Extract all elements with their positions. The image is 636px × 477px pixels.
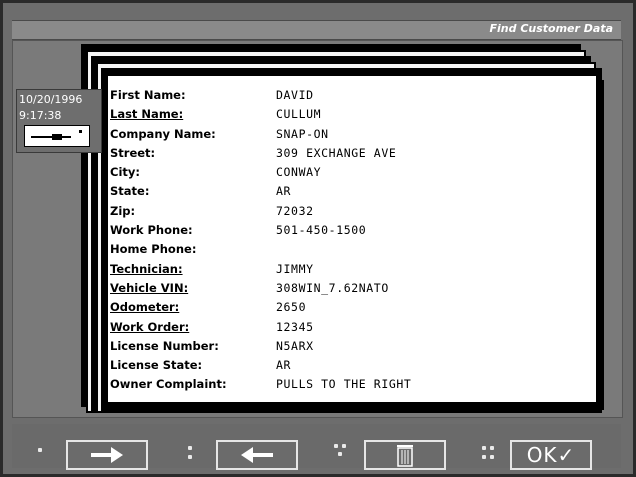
arrow-right-icon xyxy=(91,447,123,463)
field-value[interactable]: 501-450-1500 xyxy=(276,223,366,237)
separator-dot xyxy=(342,444,346,448)
field-value[interactable]: 309 EXCHANGE AVE xyxy=(276,146,396,160)
field-label[interactable]: Vehicle VIN: xyxy=(110,281,188,295)
separator-dot xyxy=(490,446,494,450)
field-row: Home Phone: xyxy=(110,242,590,261)
separator-dot xyxy=(482,446,486,450)
field-label[interactable]: Odometer: xyxy=(110,300,179,314)
customer-fields: First Name: DAVID Last Name: CULLUM Company … xyxy=(110,88,590,397)
separator-dot xyxy=(490,455,494,459)
ok-button[interactable]: OK✓ xyxy=(510,440,592,470)
field-label: Work Phone: xyxy=(110,223,193,238)
dial-line xyxy=(31,136,71,138)
field-row: Last Name: CULLUM xyxy=(110,107,590,126)
field-label: License State: xyxy=(110,358,203,373)
trash-icon xyxy=(397,445,413,467)
dial-dot xyxy=(79,130,82,133)
field-value[interactable]: 2650 xyxy=(276,300,306,314)
field-label[interactable]: Work Order: xyxy=(110,320,189,334)
field-label: Street: xyxy=(110,145,156,160)
field-value[interactable]: PULLS TO THE RIGHT xyxy=(276,377,411,391)
separator-dot xyxy=(338,452,342,456)
separator-dot xyxy=(188,446,192,450)
separator-dot xyxy=(188,455,192,459)
field-row: City: CONWAY xyxy=(110,165,590,184)
field-value[interactable]: DAVID xyxy=(276,88,314,102)
clock-widget: 10/20/1996 9:17:38 xyxy=(16,89,102,153)
field-value[interactable]: CONWAY xyxy=(276,165,321,179)
field-label: License Number: xyxy=(110,338,219,353)
field-row: Work Order: 12345 xyxy=(110,320,590,339)
field-value[interactable]: 308WIN_7.62NATO xyxy=(276,281,389,295)
field-value[interactable]: AR xyxy=(276,184,291,198)
field-value[interactable]: 72032 xyxy=(276,204,314,218)
dial-knob xyxy=(52,134,62,140)
separator-dot xyxy=(38,448,42,452)
field-row: License Number: N5ARX xyxy=(110,339,590,358)
field-row: Technician: JIMMY xyxy=(110,262,590,281)
card-shadow xyxy=(112,404,602,410)
field-label: First Name: xyxy=(110,88,186,102)
field-value[interactable]: 12345 xyxy=(276,320,314,334)
field-row: Zip: 72032 xyxy=(110,204,590,223)
field-row: Company Name: SNAP-ON xyxy=(110,127,590,146)
field-row: Street: 309 EXCHANGE AVE xyxy=(110,146,590,165)
field-label[interactable]: Last Name: xyxy=(110,107,183,121)
back-button[interactable] xyxy=(216,440,298,470)
next-button[interactable] xyxy=(66,440,148,470)
window-title: Find Customer Data xyxy=(489,22,614,35)
field-value[interactable]: CULLUM xyxy=(276,107,321,121)
field-label: Zip: xyxy=(110,203,136,218)
field-label: State: xyxy=(110,184,150,199)
field-row: License State: AR xyxy=(110,358,590,377)
field-row: Work Phone: 501-450-1500 xyxy=(110,223,590,242)
separator-dot xyxy=(482,455,486,459)
clock-date: 10/20/1996 xyxy=(19,93,83,106)
field-row: Owner Complaint: PULLS TO THE RIGHT xyxy=(110,377,590,396)
field-value[interactable]: SNAP-ON xyxy=(276,127,329,141)
field-row: State: AR xyxy=(110,184,590,203)
title-bar: Find Customer Data xyxy=(12,20,621,40)
ok-button-label: OK✓ xyxy=(526,443,576,467)
separator-dot xyxy=(334,444,338,448)
clock-time: 9:17:38 xyxy=(19,109,62,122)
field-label: Home Phone: xyxy=(110,242,197,257)
field-label[interactable]: Technician: xyxy=(110,262,183,276)
arrow-left-icon xyxy=(241,447,273,463)
field-value[interactable]: AR xyxy=(276,358,291,372)
field-label: City: xyxy=(110,165,140,180)
field-row: First Name: DAVID xyxy=(110,88,590,107)
field-label: Company Name: xyxy=(110,126,216,141)
field-value[interactable]: N5ARX xyxy=(276,339,314,353)
card-shadow xyxy=(598,80,604,410)
clock-dial xyxy=(24,125,90,147)
delete-button[interactable] xyxy=(364,440,446,470)
field-label: Owner Complaint: xyxy=(110,377,227,392)
field-row: Vehicle VIN: 308WIN_7.62NATO xyxy=(110,281,590,300)
field-value[interactable]: JIMMY xyxy=(276,262,314,276)
field-row: Odometer: 2650 xyxy=(110,300,590,319)
